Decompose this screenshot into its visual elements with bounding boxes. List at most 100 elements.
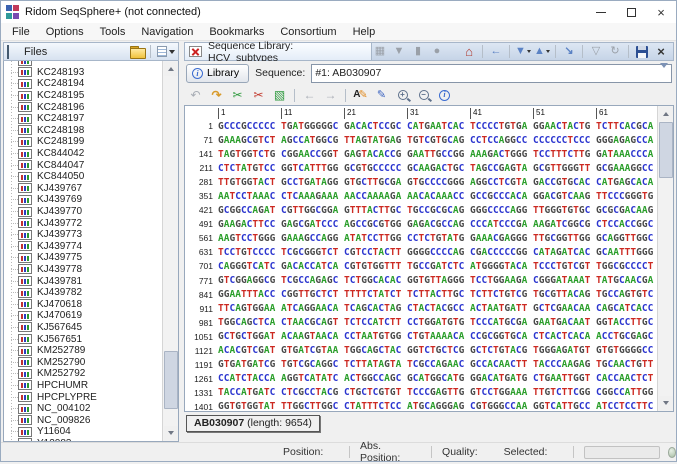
- close-tab-icon[interactable]: ×: [653, 44, 669, 59]
- status-abs-position-label: Abs. Position:: [359, 440, 401, 464]
- sequence-row[interactable]: 281 TTGTGGTACT GCCTGATAGG GTGCTTGCGA GTGCCCC…: [187, 175, 657, 189]
- sequence-select[interactable]: #1: AB030907: [311, 62, 672, 83]
- sequence-row[interactable]: 1261 CCATCTACCA AGGTCATATC ACTGGCCAGC GCATGG…: [187, 372, 657, 386]
- sequence-row[interactable]: 1 GCCCGCCCCC TGATGGGGGC GACACTCCGC CATGAATCA…: [187, 119, 657, 133]
- tree-item[interactable]: NC_004102: [4, 403, 162, 415]
- base-group: ACACGTCGAT: [218, 345, 276, 357]
- tree-item[interactable]: KJ439772: [4, 217, 162, 229]
- tree-item[interactable]: KC248197: [4, 113, 162, 125]
- cut-remove-icon[interactable]: ✂: [250, 87, 267, 103]
- menu-help[interactable]: Help: [345, 25, 384, 39]
- tree-item[interactable]: KM252790: [4, 356, 162, 368]
- redo-icon[interactable]: ↷: [208, 87, 225, 103]
- edit-base-icon[interactable]: A ✎: [352, 87, 369, 103]
- sequence-scrollbar-thumb[interactable]: [659, 122, 673, 178]
- tree-item[interactable]: KC844050: [4, 171, 162, 183]
- tree-item[interactable]: KJ439773: [4, 229, 162, 241]
- view-options-icon[interactable]: [157, 46, 175, 57]
- menu-navigation[interactable]: Navigation: [133, 25, 201, 39]
- tree-item[interactable]: KJ567651: [4, 333, 162, 345]
- tree-item[interactable]: KC844042: [4, 148, 162, 160]
- maximize-button[interactable]: [616, 1, 646, 23]
- jump-icon[interactable]: ↘: [561, 44, 577, 59]
- sequence-row[interactable]: 211 CTCTATGTCC GGTCATTTGG GCGTGCCCCC GCAAGAC…: [187, 161, 657, 175]
- menu-options[interactable]: Options: [38, 25, 92, 39]
- tree-item[interactable]: KJ567645: [4, 322, 162, 334]
- sequence-row[interactable]: 911 TTCAGTGGAA ATCAGGAACA TCAGCACTAG CTACTAC…: [187, 302, 657, 316]
- tree-item[interactable]: KC844047: [4, 159, 162, 171]
- sequence-row[interactable]: 981 TGGCAGCTCA CTAACGCAGT TCTCCATCTT CCTGGAT…: [187, 316, 657, 330]
- tree-item[interactable]: HPCPLYPRE: [4, 391, 162, 403]
- sequence-row[interactable]: 561 AAGTCCTGGG GAAAGCCAGG ATATCCTTGG CCTCTGT…: [187, 231, 657, 245]
- files-scrollbar[interactable]: [162, 61, 178, 441]
- tree-item[interactable]: Y12083: [4, 438, 162, 441]
- back-arrow-icon[interactable]: ←: [488, 44, 504, 59]
- library-button[interactable]: i Library: [186, 63, 250, 83]
- tree-item[interactable]: HPCHUMR: [4, 380, 162, 392]
- tree-item[interactable]: KC248195: [4, 90, 162, 102]
- sequence-row[interactable]: 1191 GTGATGATCG TGTCGCAGGC TCTTATAGTA TCGCCA…: [187, 358, 657, 372]
- tree-item[interactable]: KJ470619: [4, 310, 162, 322]
- sequence-row[interactable]: 1401 GGTGTGGTAT TTGGCTTGGC CTATTTCTCC ATGCAG…: [187, 400, 657, 411]
- scroll-down-icon[interactable]: [164, 426, 178, 440]
- sequence-row[interactable]: 771 GTCGGAGGCG TCGCCAGAGC TCTGGCACAC GGTGTTA…: [187, 274, 657, 288]
- prev-hit-up-icon[interactable]: ▲: [534, 44, 550, 59]
- sequence-row[interactable]: 1331 TACCATGATC CTCGCCTACG CTGCTCGTGT TCCCGA…: [187, 386, 657, 400]
- sequence-row[interactable]: 631 TCCTGTCCCC TCGCGGGTCT CGTCCTACTT GGGGCCC…: [187, 245, 657, 259]
- tree-item[interactable]: NC_009826: [4, 414, 162, 426]
- extract-region-icon[interactable]: ▧: [271, 87, 288, 103]
- tree-item[interactable]: KJ439767: [4, 183, 162, 195]
- menu-file[interactable]: File: [4, 25, 38, 39]
- minimize-button[interactable]: [586, 1, 616, 23]
- tree-item[interactable]: KJ439769: [4, 194, 162, 206]
- tree-item[interactable]: KJ439778: [4, 264, 162, 276]
- sequence-scrollbar[interactable]: [657, 106, 673, 411]
- menu-tools[interactable]: Tools: [92, 25, 134, 39]
- scroll-down-icon[interactable]: [659, 396, 673, 410]
- sequence-row[interactable]: 1121 ACACGTCGAT GTGATCGTAA TGGCAGCTAC GGTCTG…: [187, 344, 657, 358]
- sequence-row[interactable]: 141 TAGTGGTCTG CGGAACCGGT GAGTACACCG GAATTGC…: [187, 147, 657, 161]
- open-folder-icon[interactable]: [130, 46, 146, 59]
- base-group: GGAACTACTG: [533, 120, 591, 132]
- tree-item[interactable]: KJ439782: [4, 287, 162, 299]
- menu-consortium[interactable]: Consortium: [272, 25, 344, 39]
- row-position: 631: [198, 247, 213, 258]
- sequence-row[interactable]: 841 GGAATTTACC CGGTTGCTCT TTTTCTATCT TCTTACT…: [187, 288, 657, 302]
- tree-item[interactable]: KC248198: [4, 125, 162, 137]
- save-icon[interactable]: [634, 44, 650, 59]
- sequence-row[interactable]: 71 GAAAGCGTCT AGCCATGGCG TTAGTATGAG TGTCGTGC…: [187, 133, 657, 147]
- menu-bookmarks[interactable]: Bookmarks: [201, 25, 272, 39]
- close-button[interactable]: ×: [646, 1, 676, 23]
- tree-item[interactable]: KJ439770: [4, 206, 162, 218]
- tree-item[interactable]: KJ439774: [4, 241, 162, 253]
- sequence-row[interactable]: 701 CAGGGTCATC GACACCATCA CGTGTGGTTT TGCCGAT…: [187, 259, 657, 273]
- tree-item[interactable]: KJ439781: [4, 275, 162, 287]
- base-group: ACAAGTAACA: [281, 331, 339, 343]
- tree-item[interactable]: KC248196: [4, 101, 162, 113]
- next-hit-down-icon[interactable]: ▼: [515, 44, 531, 59]
- tree-item[interactable]: KM252792: [4, 368, 162, 380]
- tree-item[interactable]: KC248199: [4, 136, 162, 148]
- tree-item[interactable]: KJ439775: [4, 252, 162, 264]
- tree-item-label: KJ439781: [37, 275, 83, 287]
- scroll-up-icon[interactable]: [164, 62, 178, 76]
- sequence-row[interactable]: 491 GAAGACTTCC GAGCGATCCC AGCCGCGTGG GAGACGC…: [187, 217, 657, 231]
- scroll-up-icon[interactable]: [659, 107, 673, 121]
- tree-item[interactable]: KM252789: [4, 345, 162, 357]
- sequence-name-tab[interactable]: AB030907 (length: 9654): [186, 415, 320, 432]
- home-icon[interactable]: ⌂: [461, 44, 477, 59]
- sequence-info-icon[interactable]: i: [436, 87, 453, 103]
- zoom-in-icon[interactable]: +: [394, 87, 411, 103]
- sequence-row[interactable]: 351 AATCCTAAAC CTCAAAGAAA AACCAAAAGA AACACAA…: [187, 189, 657, 203]
- sequence-row[interactable]: 421 GCGGCCAGAT CGTTGGCGGA GTTTACTTGC TGCCGCG…: [187, 203, 657, 217]
- zoom-out-icon[interactable]: −: [415, 87, 432, 103]
- tree-item[interactable]: KJ470618: [4, 298, 162, 310]
- tab-sequence-library[interactable]: Sequence Library: HCV_subtypes: [185, 40, 372, 64]
- sequence-row[interactable]: 1051 GCTGCTGGAT ACAAGTAACA CCTAATGTGG CTGTAA…: [187, 330, 657, 344]
- tree-item[interactable]: Y11604: [4, 426, 162, 438]
- edit-annotation-icon[interactable]: ✎: [373, 87, 390, 103]
- cut-keep-icon[interactable]: ✂: [229, 87, 246, 103]
- tree-item[interactable]: KC248194: [4, 78, 162, 90]
- tree-item[interactable]: KC248193: [4, 67, 162, 79]
- files-scrollbar-thumb[interactable]: [164, 351, 178, 409]
